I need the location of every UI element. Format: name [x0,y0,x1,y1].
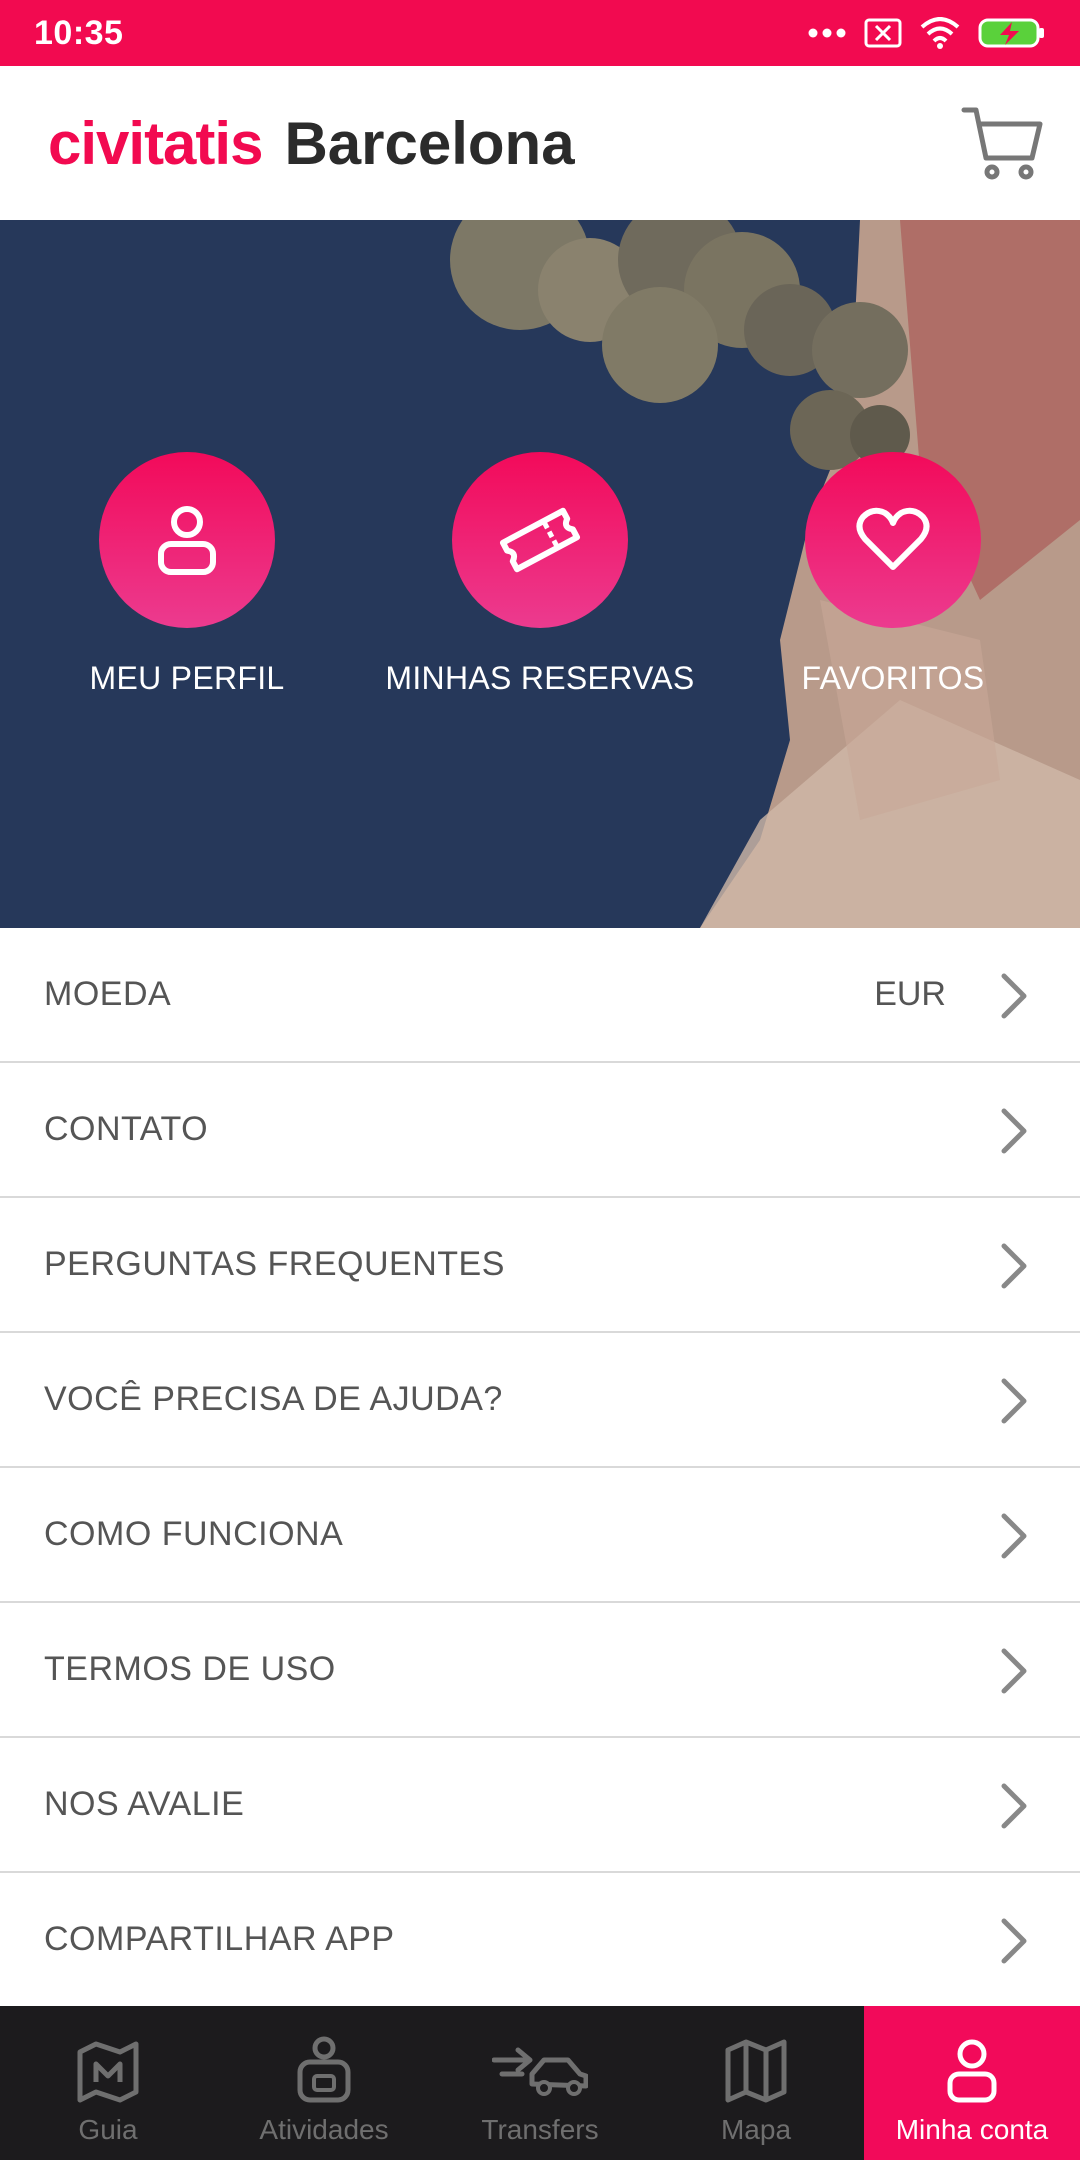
chevron-right-icon [1001,1243,1027,1289]
menu-item-label: NOS AVALIE [44,1785,245,1823]
nav-item-map[interactable]: Mapa [648,2006,864,2160]
nav-item-transfers[interactable]: Transfers [432,2006,648,2160]
favorites-label: FAVORITOS [801,660,985,696]
transfer-car-icon [492,2047,588,2096]
wifi-icon [920,17,960,49]
battery-charging-icon [978,18,1044,48]
chevron-right-icon [1001,1648,1027,1694]
menu-item-label: VOCÊ PRECISA DE AJUDA? [44,1380,503,1418]
chevron-right-icon [1001,1918,1027,1964]
more-dots-icon [808,28,846,38]
menu-item-faq[interactable]: PERGUNTAS FREQUENTES [0,1198,1080,1333]
menu-item-label: COMPARTILHAR APP [44,1920,395,1958]
chevron-right-icon [1001,973,1027,1019]
my-profile-label: MEU PERFIL [89,660,285,696]
nav-label: Guia [78,2114,138,2145]
nav-item-my-account[interactable]: Minha conta [864,2006,1080,2160]
menu-item-label: CONTATO [44,1110,209,1148]
chevron-right-icon [1001,1108,1027,1154]
my-bookings-label: MINHAS RESERVAS [385,660,695,696]
menu-item-how-it-works[interactable]: COMO FUNCIONA [0,1468,1080,1603]
menu-item-label: TERMOS DE USO [44,1650,336,1688]
my-profile-button[interactable] [99,452,275,628]
status-bar: 10:35 [0,0,1080,66]
sim-off-icon [864,18,902,48]
nav-label: Transfers [481,2114,599,2145]
nav-label: Mapa [720,2114,792,2145]
activities-icon [297,2036,351,2103]
bottom-navigation: Guia Atividades Transfers Mapa Minha con… [0,2006,1080,2160]
my-profile-action[interactable]: MEU PERFIL [17,452,357,697]
menu-item-label: COMO FUNCIONA [44,1515,344,1553]
map-icon [725,2039,787,2103]
nav-label: Atividades [259,2114,389,2145]
city-title: Barcelona [284,109,575,177]
favorites-button[interactable] [805,452,981,628]
account-icon [947,2039,997,2103]
my-bookings-button[interactable] [452,452,628,628]
chevron-right-icon [1001,1783,1027,1829]
status-icons [808,17,1046,49]
menu-item-terms[interactable]: TERMOS DE USO [0,1603,1080,1738]
my-bookings-action[interactable]: MINHAS RESERVAS [370,452,710,697]
heart-icon [856,507,930,570]
cart-icon[interactable] [960,102,1044,186]
menu-item-currency[interactable]: MOEDA EUR [0,928,1080,1063]
chevron-right-icon [1001,1513,1027,1559]
status-time: 10:35 [34,13,124,52]
menu-item-share-app[interactable]: COMPARTILHAR APP [0,1873,1080,2008]
chevron-right-icon [1001,1378,1027,1424]
user-icon [158,506,216,575]
menu-item-contact[interactable]: CONTATO [0,1063,1080,1198]
map-pin-icon [77,2041,139,2103]
brand-logo[interactable]: civitatis [48,109,263,178]
ticket-icon [499,507,581,573]
settings-menu: MOEDA EUR CONTATO PERGUNTAS FREQUENTES V… [0,928,1080,2008]
app-header: civitatis Barcelona [0,66,1080,220]
menu-item-label: MOEDA [44,975,172,1013]
menu-item-rate-us[interactable]: NOS AVALIE [0,1738,1080,1873]
currency-value: EUR [874,975,946,1013]
nav-label: Minha conta [895,2114,1049,2145]
menu-item-help[interactable]: VOCÊ PRECISA DE AJUDA? [0,1333,1080,1468]
nav-item-guide[interactable]: Guia [0,2006,216,2160]
nav-item-activities[interactable]: Atividades [216,2006,432,2160]
menu-item-label: PERGUNTAS FREQUENTES [44,1245,505,1283]
hero-banner: MEU PERFIL MINHAS RESERVAS FAVORITOS [0,220,1080,928]
favorites-action[interactable]: FAVORITOS [723,452,1063,697]
